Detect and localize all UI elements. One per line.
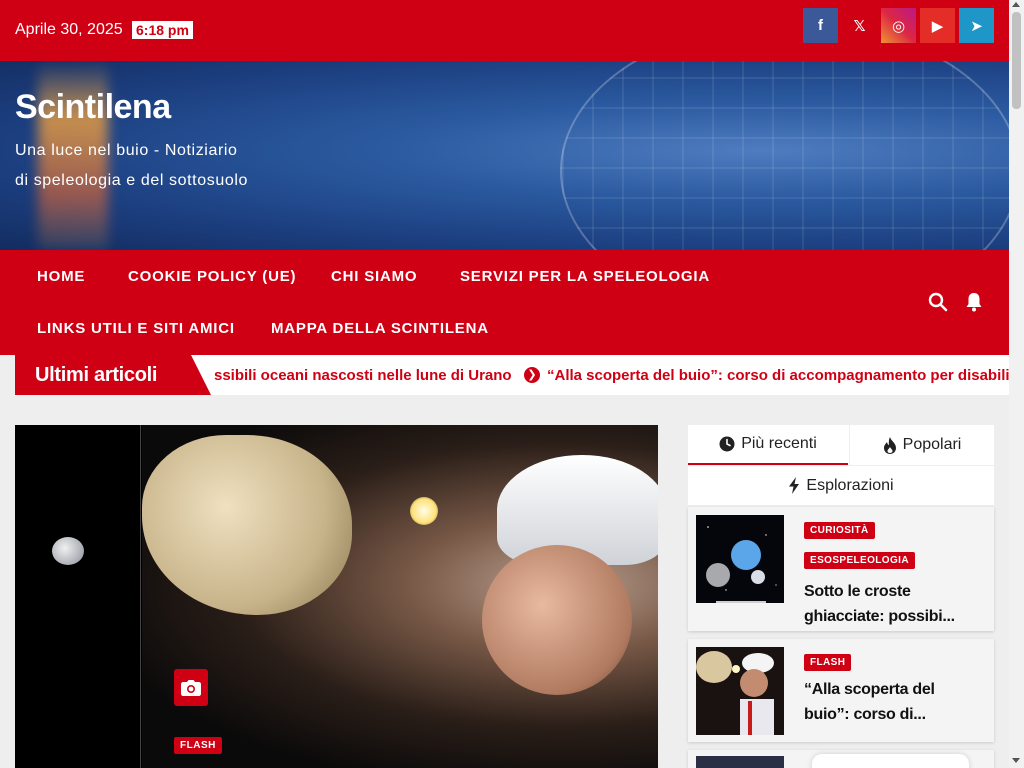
- page-scrollbar[interactable]: [1009, 0, 1024, 768]
- bolt-icon: [789, 477, 800, 494]
- headlamp-light: [410, 497, 438, 525]
- post-title-link[interactable]: “Alla scoperta del buio”: corso di...: [804, 677, 984, 727]
- post-thumbnail-cavers[interactable]: [696, 647, 784, 735]
- category-badge[interactable]: FLASH: [804, 654, 852, 671]
- arrow-right-circle-icon: ❯: [524, 367, 540, 383]
- post-title-line: “Alla scoperta del: [804, 681, 935, 698]
- x-twitter-icon: 𝕏: [853, 17, 866, 35]
- clock-icon: [719, 436, 735, 452]
- current-date: Aprile 30, 2025: [15, 21, 123, 38]
- list-item[interactable]: CURIOSITÀ ESOSPELEOLOGIA Sotto le croste…: [688, 507, 994, 631]
- nav-item-servizi[interactable]: SERVIZI PER LA SPELEOLOGIA: [460, 268, 710, 285]
- youtube-icon: ▶: [931, 17, 944, 35]
- ticker-label: Ultimi articoli: [15, 355, 211, 395]
- site-header-banner: Scintilena Una luce nel buio - Notiziari…: [0, 61, 1009, 250]
- featured-post-image[interactable]: [142, 425, 658, 768]
- fire-icon: [883, 436, 896, 454]
- nav-item-links-utili[interactable]: LINKS UTILI E SITI AMICI: [37, 320, 235, 337]
- camera-icon: [174, 669, 208, 706]
- sidebar-widget: Più recenti Popolari Esplorazioni CURIOS…: [688, 425, 994, 768]
- moon-image: [52, 537, 84, 565]
- nav-item-cookie-policy[interactable]: COOKIE POLICY (UE): [128, 268, 296, 285]
- post-thumbnail-planets[interactable]: [696, 515, 784, 603]
- caver-face: [482, 545, 632, 695]
- current-time: 6:18 pm: [132, 21, 193, 39]
- post-title-line: ghiacciate: possibi...: [804, 608, 955, 625]
- tab-piu-recenti[interactable]: Più recenti: [688, 425, 848, 465]
- list-item[interactable]: [688, 750, 994, 768]
- instagram-icon: ◎: [891, 17, 906, 35]
- post-title-line: buio”: corso di...: [804, 706, 926, 723]
- list-item[interactable]: FLASH “Alla scoperta del buio”: corso di…: [688, 639, 994, 742]
- scroll-up-arrow-icon[interactable]: [1012, 2, 1020, 7]
- globe-decoration: [560, 61, 1009, 250]
- latest-articles-ticker: Ultimi articoli ssibili oceani nascosti …: [0, 355, 1010, 395]
- post-thumbnail[interactable]: [696, 756, 784, 768]
- post-tabs: Più recenti Popolari Esplorazioni: [688, 425, 994, 505]
- ticker-item[interactable]: ssibili oceani nascosti nelle lune di Ur…: [214, 367, 512, 384]
- rock-formation: [142, 435, 352, 615]
- scroll-down-arrow-icon[interactable]: [1012, 758, 1020, 763]
- nav-item-home[interactable]: HOME: [37, 268, 85, 285]
- post-title-line: Sotto le croste: [804, 583, 911, 600]
- ticker-item[interactable]: “Alla scoperta del buio”: corso di accom…: [547, 367, 1010, 384]
- category-badge[interactable]: ESOSPELEOLOGIA: [804, 552, 915, 569]
- site-tagline: Una luce nel buio - Notiziario di speleo…: [15, 142, 248, 189]
- category-badge[interactable]: CURIOSITÀ: [804, 522, 875, 539]
- category-badge[interactable]: FLASH: [174, 737, 222, 754]
- search-icon[interactable]: [928, 292, 948, 312]
- tab-esplorazioni[interactable]: Esplorazioni: [688, 465, 994, 505]
- telegram-link[interactable]: ➤: [959, 8, 994, 43]
- facebook-link[interactable]: f: [803, 8, 838, 43]
- bell-icon[interactable]: [965, 292, 983, 312]
- main-navigation: HOME COOKIE POLICY (UE) CHI SIAMO SERVIZ…: [0, 250, 1009, 355]
- post-title-link[interactable]: Sotto le croste ghiacciate: possibi...: [804, 579, 984, 629]
- previous-slide-image[interactable]: [15, 425, 141, 768]
- top-bar: Aprile 30, 2025 6:18 pm f 𝕏 ◎ ▶ ➤: [0, 0, 1009, 61]
- x-twitter-link[interactable]: 𝕏: [842, 8, 877, 43]
- site-title-link[interactable]: Scintilena: [15, 88, 171, 127]
- tab-label: Popolari: [902, 436, 962, 453]
- nav-item-chi-siamo[interactable]: CHI SIAMO: [331, 268, 417, 285]
- instagram-link[interactable]: ◎: [881, 8, 916, 43]
- tab-label: Esplorazioni: [806, 476, 894, 494]
- facebook-icon: f: [818, 17, 823, 34]
- featured-post-slider[interactable]: FLASH: [15, 425, 658, 768]
- scrollbar-thumb[interactable]: [1012, 12, 1021, 109]
- nav-item-mappa[interactable]: MAPPA DELLA SCINTILENA: [271, 320, 489, 337]
- tab-popolari[interactable]: Popolari: [849, 425, 994, 465]
- telegram-icon: ➤: [970, 17, 983, 35]
- youtube-link[interactable]: ▶: [920, 8, 955, 43]
- popup-card: [812, 754, 969, 768]
- tab-label: Più recenti: [741, 435, 817, 452]
